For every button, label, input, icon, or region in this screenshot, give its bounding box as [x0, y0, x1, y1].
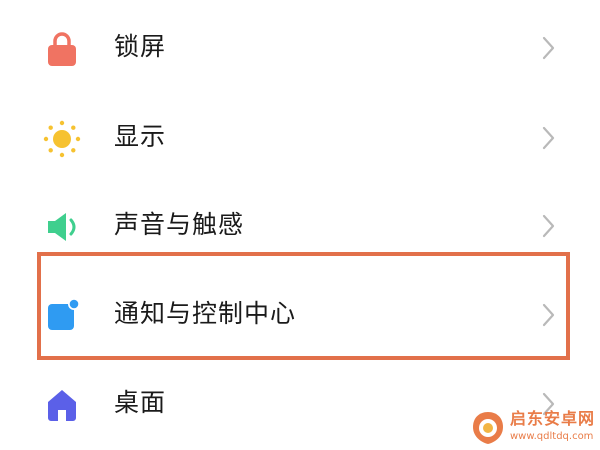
- watermark-url: www.qdltdq.com: [510, 431, 594, 442]
- settings-item-lock-screen[interactable]: 锁屏: [0, 2, 600, 92]
- speaker-icon: [42, 207, 82, 247]
- chevron-right-icon: [538, 123, 558, 153]
- sun-icon: [42, 119, 82, 159]
- settings-item-label: 通知与控制中心: [114, 299, 297, 328]
- watermark: 启东安卓网 www.qdltdq.com: [470, 407, 598, 449]
- settings-item-label: 桌面: [114, 388, 167, 417]
- home-icon: [42, 385, 82, 425]
- settings-item-display[interactable]: 显示: [0, 92, 600, 182]
- settings-item-label: 显示: [114, 122, 167, 151]
- watermark-logo-icon: [470, 410, 506, 446]
- chevron-right-icon: [538, 33, 558, 63]
- settings-screen: 锁屏 显示 声音与触感 通知与控制中心 桌面 启东安卓网 www.qdltdq.…: [0, 0, 600, 450]
- settings-item-label: 锁屏: [114, 32, 167, 61]
- settings-item-sound-haptics[interactable]: 声音与触感: [0, 180, 600, 270]
- watermark-title: 启东安卓网: [510, 409, 596, 428]
- settings-item-label: 声音与触感: [114, 210, 245, 239]
- chevron-right-icon: [538, 300, 558, 330]
- notification-icon: [42, 296, 82, 336]
- chevron-right-icon: [538, 211, 558, 241]
- settings-item-notifications-control-center[interactable]: 通知与控制中心: [0, 269, 600, 359]
- lock-icon: [42, 29, 82, 69]
